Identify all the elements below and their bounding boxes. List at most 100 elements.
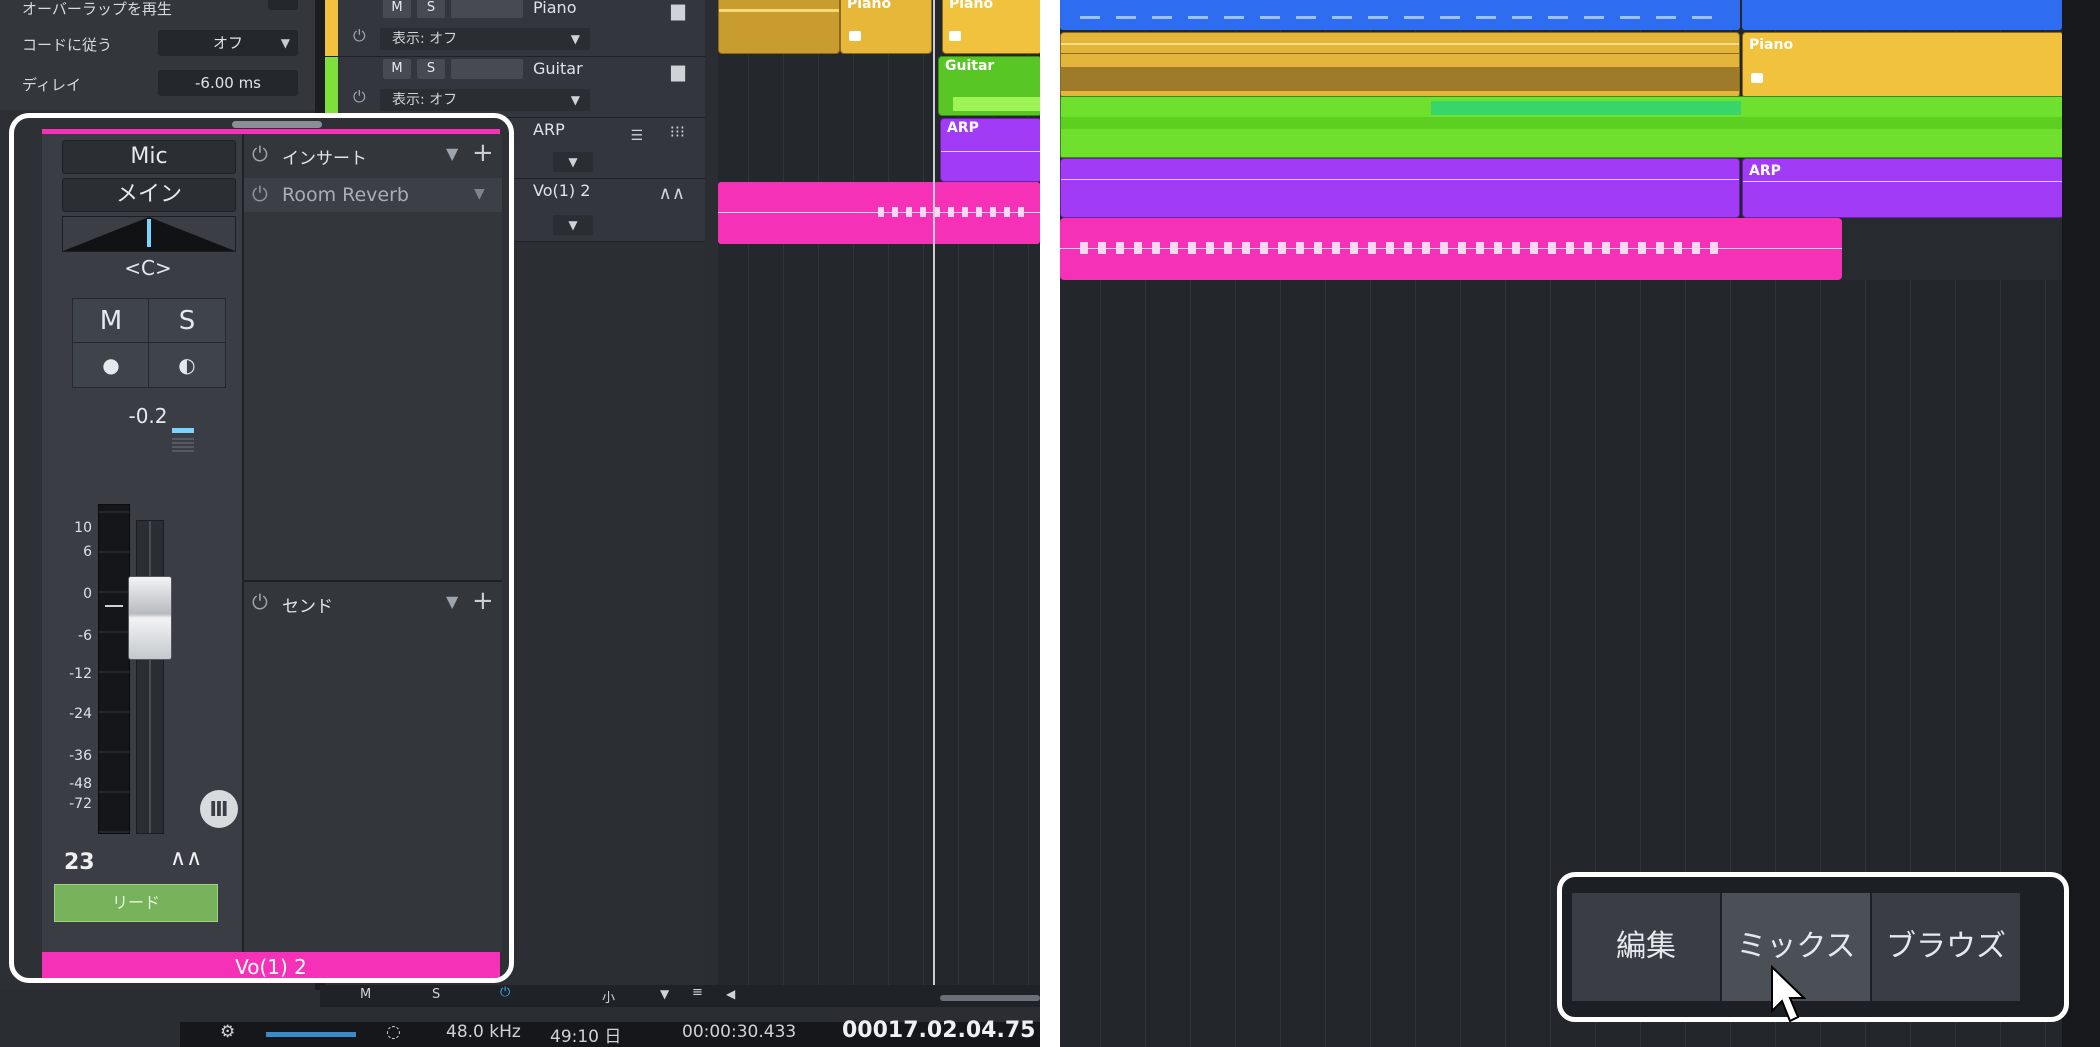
browse-view-button[interactable]: ブラウズ	[1872, 893, 2020, 1001]
scroll-left-icon[interactable]: ◀	[726, 987, 735, 1001]
fader-track[interactable]	[136, 520, 164, 834]
pan-knob[interactable]	[62, 216, 236, 252]
display-select[interactable]: 表示: オフ ▼	[380, 89, 590, 111]
sample-rate: 48.0 kHz	[446, 1022, 521, 1042]
clip-blue[interactable]	[1742, 0, 2062, 30]
overlap-checkbox[interactable]	[268, 0, 298, 10]
resize-handle[interactable]	[232, 121, 322, 128]
inspector-row-delay[interactable]: ディレイ -6.00 ms	[0, 68, 315, 98]
clip-vocal[interactable]	[1060, 218, 1842, 280]
add-insert-icon[interactable]: +	[472, 138, 494, 168]
solo-button[interactable]: S	[417, 59, 445, 79]
inspector-row-overlap[interactable]: オーバーラップを再生	[0, 0, 315, 22]
mute-button[interactable]: M	[383, 0, 411, 18]
waveform-icon: ∧∧	[658, 183, 685, 204]
insert-slot[interactable]: ⏻ Room Reverb ▼	[244, 178, 502, 212]
track-row-piano[interactable]: M S Piano ▆ ⏻ 表示: オフ ▼	[325, 0, 705, 57]
solo-button[interactable]: S	[417, 0, 445, 18]
clip-arp[interactable]: ARP	[1742, 158, 2064, 218]
display-select[interactable]: 表示: オフ ▼	[380, 28, 590, 50]
clip-arp[interactable]: ARP	[940, 118, 1040, 182]
mute-button[interactable]: M	[383, 59, 411, 79]
solo-all-button[interactable]: S	[432, 987, 440, 1002]
clip-label: Guitar	[945, 58, 995, 74]
follow-chords-select[interactable]: オフ ▼	[158, 30, 298, 56]
group-tag[interactable]: リード	[54, 884, 218, 922]
track-name[interactable]: Guitar	[533, 59, 583, 78]
scale-label: -72	[69, 796, 92, 812]
view-switcher-highlight: 編集 ミックス ブラウズ	[1557, 872, 2069, 1022]
track-inspector: オーバーラップを再生 コードに従う オフ ▼ ディレイ -6.00 ms	[0, 0, 315, 110]
clip-piano[interactable]: Piano	[840, 0, 932, 54]
empty-lane	[1842, 218, 2062, 280]
chevron-down-icon[interactable]: ▼	[446, 144, 458, 163]
playhead[interactable]	[933, 0, 935, 990]
clip-piano[interactable]	[1060, 32, 1740, 98]
list-icon[interactable]: ☰	[630, 128, 643, 144]
chevron-down-icon[interactable]: ▼	[553, 215, 593, 235]
track-height-select[interactable]: 小	[602, 987, 615, 1006]
power-icon[interactable]: ⏻	[500, 985, 510, 1000]
power-icon[interactable]: ⏻	[353, 26, 366, 46]
clip-label: Piano	[1749, 37, 1794, 53]
record-arm-button[interactable]	[451, 0, 523, 18]
clip-guitar[interactable]	[1060, 96, 2064, 158]
monitor-icon[interactable]: ◐	[148, 342, 226, 388]
clip-piano[interactable]: Piano	[942, 0, 1040, 54]
menu-icon[interactable]: ≡	[692, 985, 703, 1000]
arrange-view[interactable]: Piano Piano Guitar ARP	[718, 0, 1040, 990]
inspector-label: コードに従う	[22, 36, 113, 54]
scale-label: 0	[83, 586, 92, 602]
power-icon[interactable]: ⏻	[353, 87, 366, 107]
clip-vocal[interactable]	[718, 182, 1040, 244]
horizontal-scrollbar[interactable]	[940, 995, 1040, 1001]
track-row-guitar[interactable]: M S Guitar ▆ ⏻ 表示: オフ ▼	[325, 57, 705, 118]
channel-strip: Mic メイン <C> M S ● ◐ -0.2 10 6 0 -6 -12 -…	[42, 134, 242, 952]
insert-header: インサート	[282, 149, 367, 169]
strip-header	[42, 118, 500, 135]
time-display: 00:00:30.433	[682, 1022, 797, 1042]
track-name[interactable]: ARP	[533, 120, 565, 139]
piano-keys-icon: ⁝⁝⁝	[669, 122, 685, 141]
output-select[interactable]: メイン	[62, 178, 236, 212]
clip-piano[interactable]: Piano	[1742, 32, 2064, 98]
power-icon[interactable]: ⏻	[252, 182, 268, 206]
mute-all-button[interactable]: M	[360, 987, 371, 1002]
solo-button[interactable]: S	[148, 298, 226, 344]
edit-view-button[interactable]: 編集	[1572, 893, 1720, 1001]
chevron-down-icon[interactable]: ▼	[660, 987, 669, 1001]
inspector-row-follow-chords[interactable]: コードに従う オフ ▼	[0, 28, 315, 58]
clip-label: Piano	[949, 0, 994, 12]
power-icon[interactable]: ⏻	[252, 142, 268, 166]
folder-icon[interactable]: ▆	[671, 61, 685, 82]
track-name[interactable]: Piano	[533, 0, 576, 17]
record-arm-button[interactable]	[451, 59, 523, 79]
chevron-down-icon: ▼	[570, 32, 580, 46]
gear-icon[interactable]: ⚙	[220, 1022, 235, 1042]
clip-arp[interactable]	[1060, 158, 1740, 218]
delay-field[interactable]: -6.00 ms	[158, 70, 298, 96]
follow-chords-value: オフ	[212, 34, 243, 52]
chevron-down-icon[interactable]: ▼	[553, 152, 593, 172]
clip-blue[interactable]	[1060, 0, 1740, 30]
channel-name[interactable]: Vo(1) 2	[42, 952, 500, 978]
clip-guitar[interactable]: Guitar	[938, 56, 1040, 116]
panel-separator	[1040, 0, 1060, 1047]
power-icon[interactable]: ⏻	[252, 590, 268, 614]
input-select[interactable]: Mic	[62, 140, 236, 174]
chevron-down-icon: ▼	[280, 36, 290, 50]
channel-mode-icon[interactable]: Ⅲ	[200, 790, 238, 828]
chevron-down-icon[interactable]: ▼	[446, 592, 458, 611]
track-name[interactable]: Vo(1) 2	[533, 181, 590, 200]
cpu-meter	[266, 1032, 356, 1037]
inspector-label: ディレイ	[22, 76, 81, 94]
record-icon[interactable]: ●	[72, 342, 150, 388]
volume-value: -0.2	[128, 404, 168, 428]
inspector-label: オーバーラップを再生	[22, 0, 172, 18]
folder-icon[interactable]: ▆	[671, 0, 685, 21]
mute-button[interactable]: M	[72, 298, 150, 344]
clip-piano-block[interactable]	[718, 0, 840, 54]
chevron-down-icon[interactable]: ▼	[474, 186, 485, 202]
add-send-icon[interactable]: +	[472, 586, 494, 616]
volume-fader[interactable]	[128, 576, 172, 660]
